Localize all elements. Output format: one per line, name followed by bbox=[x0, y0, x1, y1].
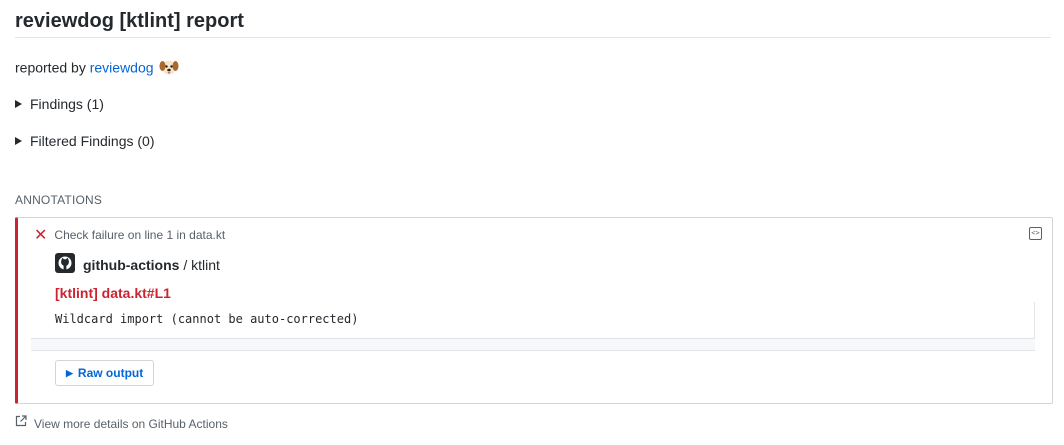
github-icon bbox=[55, 253, 75, 278]
page-title: reviewdog [ktlint] report bbox=[15, 10, 244, 32]
annotations-heading: ANNOTATIONS bbox=[15, 193, 103, 207]
github-actions-details-link[interactable]: View more details on GitHub Actions bbox=[15, 415, 228, 433]
details-link-text: View more details on GitHub Actions bbox=[34, 417, 228, 431]
report-page: reviewdog [ktlint] report reported by re… bbox=[15, 0, 1053, 431]
annotation-message-box: Wildcard import (cannot be auto-correcte… bbox=[31, 302, 1035, 339]
findings-label: Findings (1) bbox=[30, 96, 104, 112]
filtered-findings-toggle[interactable]: Filtered Findings (0) bbox=[15, 132, 155, 150]
annotation-actor: github-actions / ktlint bbox=[55, 253, 220, 279]
external-link-icon bbox=[15, 415, 27, 431]
caret-right-icon bbox=[15, 137, 22, 145]
actor-repo: ktlint bbox=[191, 257, 220, 274]
dog-emoji-icon bbox=[159, 58, 179, 80]
actor-org: github-actions bbox=[83, 257, 180, 274]
actor-separator: / bbox=[179, 257, 192, 274]
code-icon[interactable]: <> bbox=[1029, 227, 1042, 240]
filtered-findings-label: Filtered Findings (0) bbox=[30, 133, 155, 149]
annotation-message: Wildcard import (cannot be auto-correcte… bbox=[55, 312, 359, 326]
x-icon: ✕ bbox=[34, 227, 48, 244]
reported-by-label: reported by bbox=[15, 59, 90, 76]
reviewdog-link[interactable]: reviewdog bbox=[90, 60, 154, 76]
annotation-title: [ktlint] data.kt#L1 bbox=[55, 285, 171, 301]
message-scrollbar-track[interactable] bbox=[31, 339, 1035, 351]
caret-right-icon bbox=[15, 100, 22, 108]
raw-output-button[interactable]: ▶ Raw output bbox=[55, 360, 155, 386]
play-triangle-icon: ▶ bbox=[66, 368, 73, 378]
raw-output-label: Raw output bbox=[77, 366, 144, 380]
findings-toggle[interactable]: Findings (1) bbox=[15, 95, 104, 113]
title-divider bbox=[15, 37, 1051, 38]
annotation-summary-text: Check failure on line 1 in data.kt bbox=[54, 228, 226, 242]
reported-by-line: reported by reviewdog bbox=[15, 58, 179, 80]
annotation-card: ✕ Check failure on line 1 in data.kt <> g… bbox=[15, 217, 1053, 404]
annotation-summary: ✕ Check failure on line 1 in data.kt bbox=[34, 227, 226, 244]
